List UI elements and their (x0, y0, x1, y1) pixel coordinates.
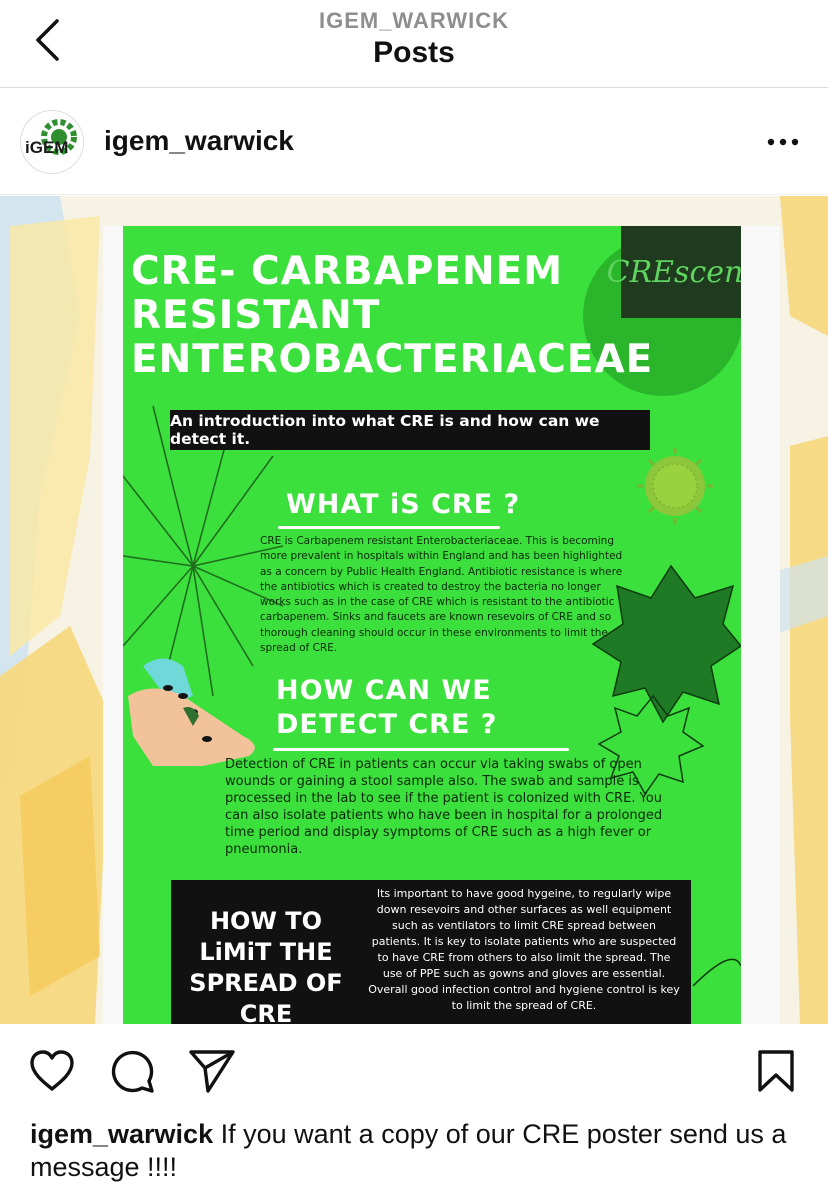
post-username[interactable]: igem_warwick (104, 125, 294, 157)
more-horizontal-icon (767, 133, 799, 151)
igem-logo-icon: iGEM (22, 112, 83, 173)
hand-sanitizer-icon (128, 658, 255, 766)
comment-icon (109, 1048, 155, 1099)
top-nav-bar: IGEM_WARWICK Posts (0, 0, 828, 88)
like-button[interactable] (27, 1048, 77, 1098)
limit-heading: HOW TO LiMiT THE SPREAD OF CRE (189, 907, 343, 1024)
post-header: iGEM igem_warwick (0, 88, 828, 195)
avatar[interactable]: iGEM (20, 110, 84, 174)
heart-icon (29, 1049, 75, 1097)
what-heading: WHAT iS CRE ? (286, 489, 521, 520)
comment-button[interactable] (107, 1048, 157, 1098)
post-caption: igem_warwick If you want a copy of our C… (30, 1118, 800, 1184)
send-icon (188, 1048, 236, 1099)
post-actions (0, 1024, 828, 1120)
divider (278, 526, 500, 529)
profile-handle: IGEM_WARWICK (318, 8, 510, 33)
svg-text:iGEM: iGEM (25, 138, 68, 157)
cre-poster: CREscent CRE- CARBAPENEM RESISTANT ENTER… (123, 226, 741, 1024)
page-title: Posts (373, 36, 455, 69)
detect-text: Detection of CRE in patients can occur v… (225, 757, 663, 857)
caption-username[interactable]: igem_warwick (30, 1119, 213, 1149)
share-button[interactable] (187, 1048, 237, 1098)
virus-icon (637, 448, 713, 524)
more-options-button[interactable] (760, 128, 806, 156)
intro-text: An introduction into what CRE is and how… (170, 412, 600, 448)
what-text: CRE is Carbapenem resistant Enterobacter… (260, 535, 623, 655)
bookmark-icon (757, 1049, 795, 1098)
limit-text: Its important to have good hygeine, to r… (368, 887, 680, 1012)
poster-intro: An introduction into what CRE is and how… (170, 410, 650, 450)
detect-heading: HOW CAN WE DETECT CRE ? (276, 675, 498, 740)
save-button[interactable] (751, 1048, 801, 1098)
divider (273, 748, 569, 751)
limit-box: HOW TO LiMiT THE SPREAD OF CRE Its impor… (171, 880, 691, 1024)
poster-title: CRE- CARBAPENEM RESISTANT ENTEROBACTERIA… (131, 249, 654, 382)
post-image[interactable]: CREscent CRE- CARBAPENEM RESISTANT ENTER… (0, 196, 828, 1024)
